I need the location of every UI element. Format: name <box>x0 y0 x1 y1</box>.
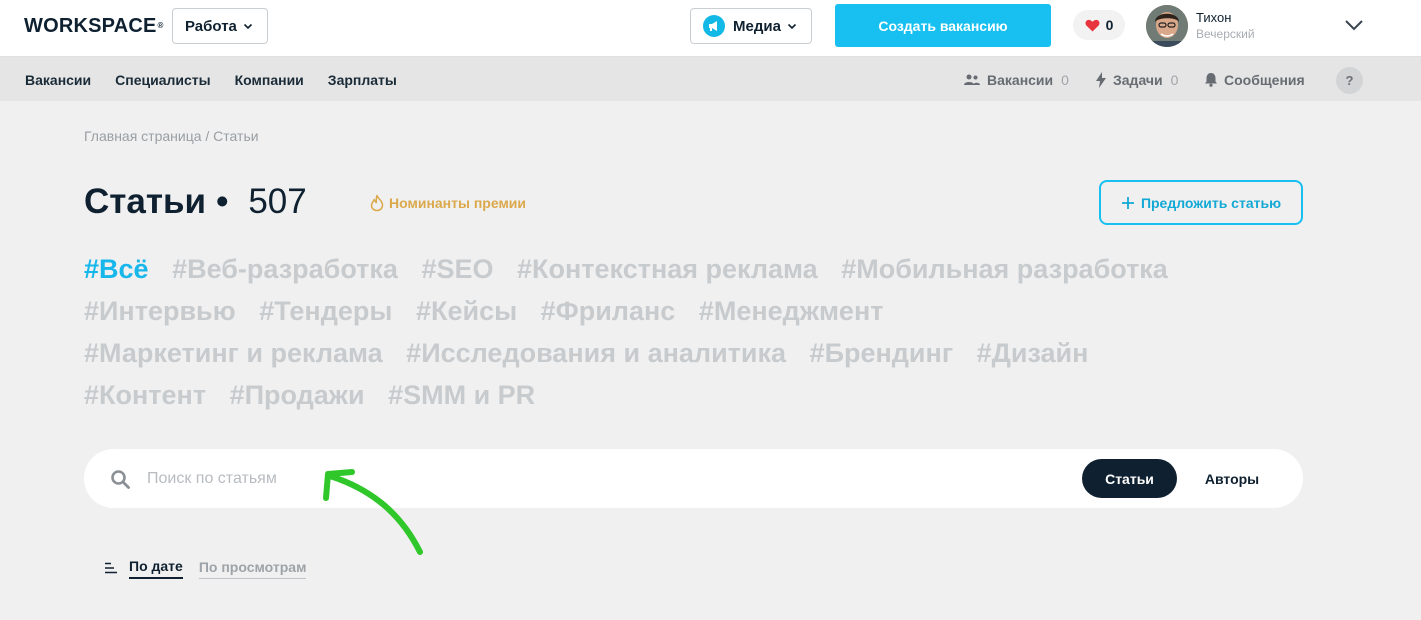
secondary-nav: Вакансии Специалисты Компании Зарплаты В… <box>0 56 1421 101</box>
breadcrumb[interactable]: Главная страница / Статьи <box>84 127 259 145</box>
search-icon <box>111 470 130 489</box>
media-dropdown[interactable]: Медиа <box>690 8 812 44</box>
tag-item[interactable]: #Брендинг <box>810 332 954 374</box>
nav-salaries[interactable]: Зарплаты <box>328 72 397 88</box>
my-vacancies-link[interactable]: Вакансии 0 <box>963 57 1069 102</box>
tag-item[interactable]: #Веб-разработка <box>172 248 398 290</box>
heart-icon <box>1085 19 1100 31</box>
tag-item[interactable]: #Контент <box>84 374 206 416</box>
search-input[interactable] <box>147 463 1047 495</box>
people-icon <box>964 74 980 85</box>
tag-item[interactable]: #Продажи <box>230 374 365 416</box>
tag-item[interactable]: #Маркетинг и реклама <box>84 332 383 374</box>
tasks-link[interactable]: Задачи 0 <box>1095 57 1178 102</box>
award-nominees-label: Номинанты премии <box>389 195 527 211</box>
page-title-text: Статьи <box>84 182 207 221</box>
my-vacancies-label: Вакансии <box>987 71 1054 88</box>
tag-cloud: #Всё #Веб-разработка #SEO #Контекстная р… <box>84 248 1314 416</box>
tag-item[interactable]: #SEO <box>421 248 493 290</box>
messages-label: Сообщения <box>1224 71 1305 88</box>
my-vacancies-count: 0 <box>1061 71 1069 88</box>
tag-item[interactable]: #Менеджмент <box>699 290 884 332</box>
create-vacancy-button[interactable]: Создать вакансию <box>835 4 1051 47</box>
annotation-arrow <box>323 469 423 555</box>
plus-icon <box>1121 196 1134 209</box>
work-dropdown-label: Работа <box>185 17 237 35</box>
sort-lines-icon <box>105 562 117 573</box>
chevron-down-icon <box>243 23 252 30</box>
chevron-down-icon <box>787 23 797 30</box>
avatar[interactable] <box>1146 5 1188 47</box>
tasks-label: Задачи <box>1113 71 1163 88</box>
tag-item[interactable]: #Исследования и аналитика <box>406 332 786 374</box>
search-tab-authors[interactable]: Авторы <box>1184 459 1280 498</box>
user-menu-chevron-icon[interactable] <box>1344 18 1364 32</box>
user-photo <box>1146 5 1188 47</box>
award-nominees-link[interactable]: Номинанты премии <box>369 192 526 214</box>
article-search-bar: Статьи Авторы <box>84 449 1303 508</box>
tag-item[interactable]: #Фриланс <box>541 290 676 332</box>
page-title: Статьи • 507 <box>84 180 307 224</box>
suggest-article-label: Предложить статью <box>1140 194 1282 211</box>
tag-item[interactable]: #Кейсы <box>416 290 517 332</box>
title-separator: • <box>216 182 229 221</box>
logo[interactable]: WORKSPACE® <box>24 14 164 38</box>
nav-specialists[interactable]: Специалисты <box>115 72 210 88</box>
tag-item[interactable]: #Мобильная разработка <box>841 248 1168 290</box>
help-button[interactable]: ? <box>1336 67 1363 94</box>
megaphone-icon <box>703 15 725 37</box>
tasks-count: 0 <box>1170 71 1179 88</box>
tag-item[interactable]: #Дизайн <box>977 332 1089 374</box>
articles-count: 507 <box>248 182 307 221</box>
user-surname: Вечерский <box>1196 27 1255 41</box>
tag-item[interactable]: #Контекстная реклама <box>517 248 818 290</box>
nav-vacancies[interactable]: Вакансии <box>25 72 91 88</box>
favorites-count: 0 <box>1105 17 1114 33</box>
media-dropdown-label: Медиа <box>733 17 781 35</box>
flame-icon <box>370 194 384 212</box>
top-header: WORKSPACE® Работа Медиа Создать вакансию… <box>0 0 1421 56</box>
nav-companies[interactable]: Компании <box>235 72 304 88</box>
tag-item[interactable]: #Интервью <box>84 290 236 332</box>
favorites-counter[interactable]: 0 <box>1073 10 1125 40</box>
user-name[interactable]: Тихон <box>1196 10 1231 26</box>
sort-controls: По дате По просмотрам <box>104 556 307 579</box>
sort-by-views[interactable]: По просмотрам <box>198 557 307 579</box>
work-dropdown[interactable]: Работа <box>172 8 268 44</box>
main-nav-links: Вакансии Специалисты Компании Зарплаты <box>25 57 397 102</box>
sort-by-date[interactable]: По дате <box>129 556 183 579</box>
search-tab-articles[interactable]: Статьи <box>1082 459 1177 498</box>
tag-item[interactable]: #Тендеры <box>259 290 392 332</box>
lightning-icon <box>1096 71 1106 88</box>
tag-item[interactable]: #SMM и PR <box>388 374 535 416</box>
suggest-article-button[interactable]: Предложить статью <box>1099 180 1303 225</box>
tag-all[interactable]: #Всё <box>84 248 149 290</box>
messages-link[interactable]: Сообщения <box>1204 57 1305 102</box>
bell-icon <box>1205 73 1217 87</box>
